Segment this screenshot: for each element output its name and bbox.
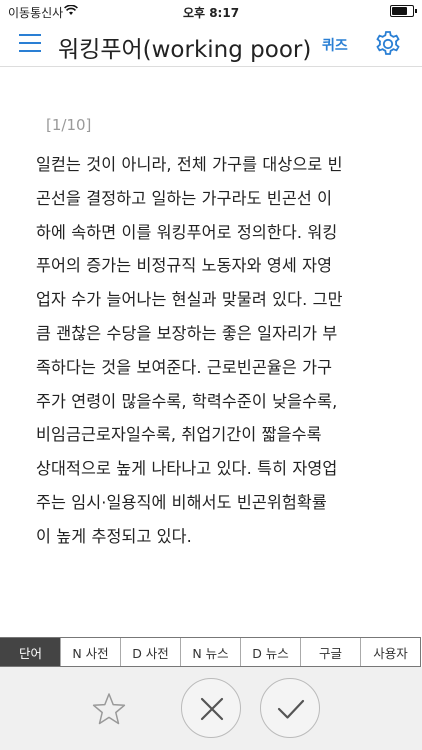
page-indicator: [1/10] [46,116,92,134]
close-button[interactable] [181,678,241,738]
menu-button[interactable] [19,34,41,54]
article-text: 일컫는 것이 아니라, 전체 가구를 대상으로 빈 곤선을 결정하고 일하는 가… [36,155,343,546]
star-outline-icon [92,693,126,725]
favorite-button[interactable] [86,686,132,732]
navigation-bar: 워킹푸어(working poor) 퀴즈 [0,22,422,67]
tab-6[interactable]: 사용자 [360,638,420,666]
settings-button[interactable] [374,30,402,58]
battery-icon [390,5,417,17]
hamburger-menu-icon [19,34,41,36]
tab-1[interactable]: N 사전 [60,638,120,666]
gear-icon [376,31,400,55]
source-tab-bar: 단어 N 사전 D 사전 N 뉴스 D 뉴스 구글 사용자 [0,637,421,667]
close-icon [200,697,224,721]
status-time: 오후 8:17 [182,6,240,20]
check-button[interactable] [260,678,320,738]
quiz-button[interactable]: 퀴즈 [322,35,348,55]
tab-2[interactable]: D 사전 [120,638,180,666]
tab-3[interactable]: N 뉴스 [180,638,240,666]
article-content[interactable]: 일컫는 것이 아니라, 전체 가구를 대상으로 빈 곤선을 결정하고 일하는 가… [36,148,390,588]
bottom-action-bar [0,667,422,750]
page-title: 워킹푸어(working poor) [58,37,312,63]
battery-level [392,7,408,15]
status-bar: 이동통신사 오후 8:17 [0,0,422,22]
checkmark-icon [277,699,305,719]
tab-0[interactable]: 단어 [0,638,60,666]
tab-5[interactable]: 구글 [300,638,360,666]
tab-4[interactable]: D 뉴스 [240,638,300,666]
